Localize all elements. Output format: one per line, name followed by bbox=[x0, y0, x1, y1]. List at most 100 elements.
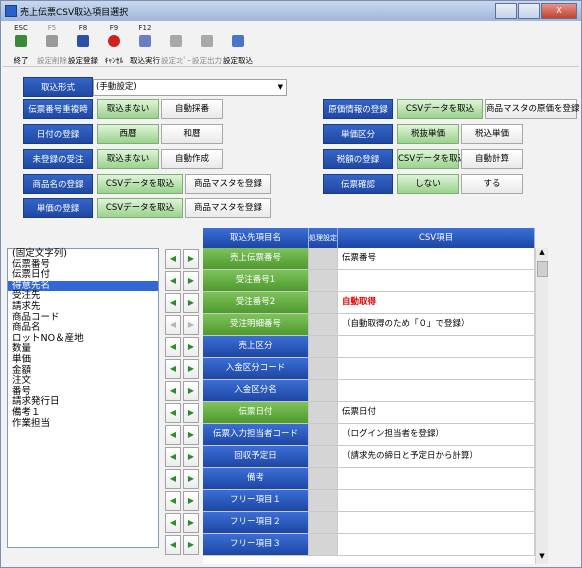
move-left-button[interactable]: ◀ bbox=[165, 249, 181, 269]
slip-confirm-no-button[interactable]: しない bbox=[397, 174, 459, 194]
import-format-select[interactable]: (手動設定) ▼ bbox=[93, 79, 287, 96]
csv-field-item[interactable]: 請求先 bbox=[8, 301, 158, 313]
csv-field-item[interactable]: 単価 bbox=[8, 354, 158, 366]
scroll-up-icon[interactable]: ▲ bbox=[536, 248, 548, 260]
slip-duplicate-skip-button[interactable]: 取込まない bbox=[97, 99, 159, 119]
product-name-master-button[interactable]: 商品マスタを登録 bbox=[185, 174, 271, 194]
toolbar-button-4[interactable]: F12 取込実行 bbox=[130, 22, 160, 66]
mapping-row[interactable]: 入金区分名 bbox=[203, 380, 535, 402]
toolbar-button-2[interactable]: F8 設定登録 bbox=[68, 22, 98, 66]
move-left-button[interactable]: ◀ bbox=[165, 469, 181, 489]
tax-amount-auto-button[interactable]: 自動計算 bbox=[461, 149, 523, 169]
process-setting-cell[interactable] bbox=[309, 446, 338, 468]
move-right-button[interactable]: ▶ bbox=[183, 469, 199, 489]
move-right-button[interactable]: ▶ bbox=[183, 447, 199, 467]
move-right-button[interactable]: ▶ bbox=[183, 425, 199, 445]
date-western-button[interactable]: 西暦 bbox=[97, 124, 159, 144]
maximize-button[interactable] bbox=[518, 3, 540, 19]
csv-field-list[interactable]: (固定文字列) 伝票番号 伝票日付 得意先名 受注先 請求先 商品コード 商品名 ロットNO＆産… bbox=[7, 248, 159, 548]
mapping-row[interactable]: フリー項目１ bbox=[203, 490, 535, 512]
move-left-button[interactable]: ◀ bbox=[165, 513, 181, 533]
mapping-row[interactable]: 受注明細番号 （自動取得のため「０」で登録） bbox=[203, 314, 535, 336]
move-left-button[interactable]: ◀ bbox=[165, 535, 181, 555]
slip-confirm-yes-button[interactable]: する bbox=[461, 174, 523, 194]
move-left-button[interactable]: ◀ bbox=[165, 425, 181, 445]
mapping-row[interactable]: 受注番号2 自動取得 bbox=[203, 292, 535, 314]
toolbar-button-1[interactable]: F5 設定削除 bbox=[37, 22, 67, 66]
csv-field-cell[interactable]: （請求先の締日と予定日から計算） bbox=[338, 446, 535, 468]
date-japanese-button[interactable]: 和暦 bbox=[161, 124, 223, 144]
mapping-row[interactable]: 売上伝票番号 伝票番号 bbox=[203, 248, 535, 270]
toolbar-button-5[interactable]: 設定ｺﾋﾟｰ bbox=[161, 22, 191, 66]
mapping-row[interactable]: フリー項目２ bbox=[203, 512, 535, 534]
move-right-button[interactable]: ▶ bbox=[183, 271, 199, 291]
toolbar-button-6[interactable]: 設定出力 bbox=[192, 22, 222, 66]
slip-duplicate-auto-button[interactable]: 自動採番 bbox=[161, 99, 223, 119]
csv-field-cell[interactable] bbox=[338, 336, 535, 358]
move-right-button[interactable]: ▶ bbox=[183, 293, 199, 313]
product-name-csv-button[interactable]: CSVデータを取込 bbox=[97, 174, 183, 194]
scroll-down-icon[interactable]: ▼ bbox=[536, 552, 548, 564]
process-setting-cell[interactable] bbox=[309, 380, 338, 402]
order-skip-button[interactable]: 取込まない bbox=[97, 149, 159, 169]
process-setting-cell[interactable] bbox=[309, 402, 338, 424]
csv-field-cell[interactable] bbox=[338, 534, 535, 556]
cost-info-master-button[interactable]: 商品マスタの原価を登録 bbox=[485, 99, 580, 119]
process-setting-cell[interactable] bbox=[309, 292, 338, 314]
move-right-button[interactable]: ▶ bbox=[183, 381, 199, 401]
toolbar-button-3[interactable]: F9 ｷｬﾝｾﾙ bbox=[102, 22, 126, 66]
tax-included-button[interactable]: 税込単価 bbox=[461, 124, 523, 144]
close-button[interactable]: X bbox=[541, 3, 577, 19]
mapping-row[interactable]: 回収予定日 （請求先の締日と予定日から計算） bbox=[203, 446, 535, 468]
move-left-button[interactable]: ◀ bbox=[165, 337, 181, 357]
csv-field-cell[interactable]: 伝票番号 bbox=[338, 248, 535, 270]
move-left-button[interactable]: ◀ bbox=[165, 447, 181, 467]
csv-field-cell[interactable]: 伝票日付 bbox=[338, 402, 535, 424]
order-auto-create-button[interactable]: 自動作成 bbox=[161, 149, 223, 169]
csv-field-cell[interactable] bbox=[338, 490, 535, 512]
move-right-button[interactable]: ▶ bbox=[183, 491, 199, 511]
process-setting-cell[interactable] bbox=[309, 358, 338, 380]
process-setting-cell[interactable] bbox=[309, 468, 338, 490]
move-right-button[interactable]: ▶ bbox=[183, 249, 199, 269]
tax-amount-csv-button[interactable]: CSVデータを取込 bbox=[397, 149, 466, 169]
csv-field-cell[interactable] bbox=[338, 468, 535, 490]
move-right-button[interactable]: ▶ bbox=[183, 359, 199, 379]
mapping-row[interactable]: 売上区分 bbox=[203, 336, 535, 358]
process-setting-cell[interactable] bbox=[309, 248, 338, 270]
grid-scrollbar[interactable]: ▲ ▼ bbox=[535, 248, 548, 564]
move-right-button[interactable]: ▶ bbox=[183, 337, 199, 357]
mapping-row[interactable]: 受注番号1 bbox=[203, 270, 535, 292]
csv-field-item[interactable]: 備考１ bbox=[8, 407, 158, 419]
move-right-button[interactable]: ▶ bbox=[183, 535, 199, 555]
move-left-button[interactable]: ◀ bbox=[165, 381, 181, 401]
process-setting-cell[interactable] bbox=[309, 314, 338, 336]
move-right-button[interactable]: ▶ bbox=[183, 403, 199, 423]
csv-field-cell[interactable]: （ログイン担当者を登録） bbox=[338, 424, 535, 446]
mapping-row[interactable]: フリー項目３ bbox=[203, 534, 535, 556]
move-left-button[interactable]: ◀ bbox=[165, 293, 181, 313]
csv-field-cell[interactable] bbox=[338, 512, 535, 534]
mapping-row[interactable]: 伝票日付 伝票日付 bbox=[203, 402, 535, 424]
move-left-button[interactable]: ◀ bbox=[165, 359, 181, 379]
cost-info-csv-button[interactable]: CSVデータを取込 bbox=[397, 99, 483, 119]
move-left-button[interactable]: ◀ bbox=[165, 315, 181, 335]
scroll-thumb[interactable] bbox=[537, 261, 548, 277]
tax-excluded-button[interactable]: 税抜単価 bbox=[397, 124, 459, 144]
toolbar-button-0[interactable]: ESC 終了 bbox=[9, 22, 33, 66]
csv-field-item[interactable]: 作業担当 bbox=[8, 418, 158, 430]
move-right-button[interactable]: ▶ bbox=[183, 315, 199, 335]
mapping-row[interactable]: 伝票入力担当者コード （ログイン担当者を登録） bbox=[203, 424, 535, 446]
process-setting-cell[interactable] bbox=[309, 534, 338, 556]
process-setting-cell[interactable] bbox=[309, 270, 338, 292]
process-setting-cell[interactable] bbox=[309, 512, 338, 534]
csv-field-cell[interactable] bbox=[338, 270, 535, 292]
mapping-row[interactable]: 入金区分コード bbox=[203, 358, 535, 380]
move-left-button[interactable]: ◀ bbox=[165, 491, 181, 511]
move-left-button[interactable]: ◀ bbox=[165, 271, 181, 291]
csv-field-cell[interactable]: 自動取得 bbox=[338, 292, 535, 314]
process-setting-cell[interactable] bbox=[309, 490, 338, 512]
unit-price-csv-button[interactable]: CSVデータを取込 bbox=[97, 198, 183, 218]
minimize-button[interactable] bbox=[495, 3, 517, 19]
process-setting-cell[interactable] bbox=[309, 424, 338, 446]
